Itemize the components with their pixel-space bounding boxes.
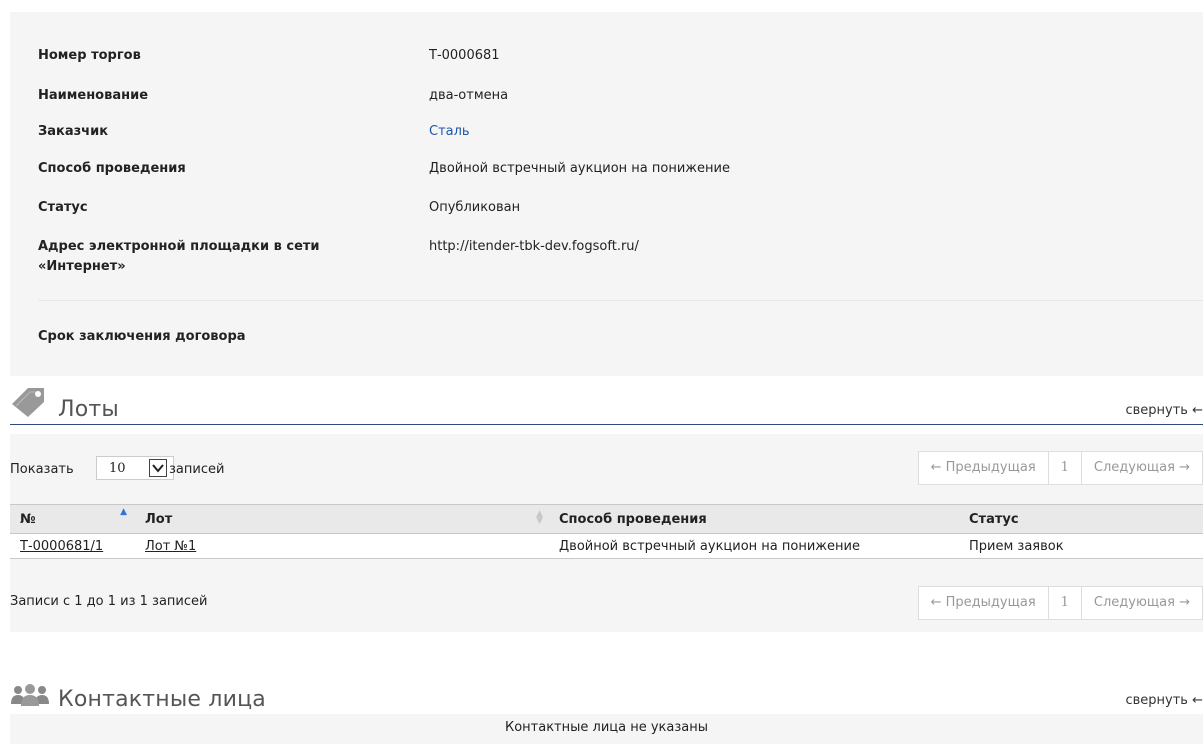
column-header-lot[interactable]: Лот ▲ ▼: [135, 504, 549, 534]
contacts-collapse-link[interactable]: свернуть ←: [1125, 693, 1203, 708]
customer-label: Заказчик: [38, 124, 109, 139]
lots-table: № ▲ Лот ▲ ▼ Способ проведения Статус Т-00…: [10, 504, 1203, 559]
platform-address-value: http://itender-tbk-dev.fogsoft.ru/: [429, 239, 639, 254]
customer-link[interactable]: Сталь: [429, 122, 470, 142]
page-length-select[interactable]: 10: [96, 456, 174, 480]
table-row: Т-0000681/1 Лот №1 Двойной встречный аук…: [10, 533, 1203, 559]
method-value: Двойной встречный аукцион на понижение: [429, 161, 730, 176]
column-header-lot-label: Лот: [145, 511, 173, 527]
tender-name-label: Наименование: [38, 88, 149, 103]
records-label: записей: [169, 462, 225, 477]
prev-page-button[interactable]: ← Предыдущая: [919, 587, 1049, 619]
next-page-button[interactable]: Следующая →: [1082, 452, 1202, 484]
lot-status-cell: Прием заявок: [959, 533, 1203, 559]
platform-address-label: Адрес электронной площадки в сети «Интер…: [38, 239, 320, 274]
table-header-row: № ▲ Лот ▲ ▼ Способ проведения Статус: [10, 504, 1203, 534]
lot-method-cell: Двойной встречный аукцион на понижение: [549, 533, 959, 559]
lots-section-header: Лоты свернуть ←: [10, 388, 1203, 425]
lots-title: Лоты: [58, 397, 119, 422]
page-1-button[interactable]: 1: [1049, 452, 1082, 484]
contacts-title: Контактные лица: [58, 687, 266, 712]
sort-both-icon: ▲ ▼: [536, 509, 543, 526]
chevron-down-icon[interactable]: [149, 459, 167, 477]
method-label: Способ проведения: [38, 161, 186, 176]
column-header-number-label: №: [20, 511, 36, 527]
column-header-method-label: Способ проведения: [559, 511, 707, 527]
contract-term-label: Срок заключения договора: [38, 329, 246, 344]
column-header-status[interactable]: Статус: [959, 504, 1203, 534]
show-label: Показать: [10, 462, 74, 477]
lots-collapse-link[interactable]: свернуть ←: [1125, 403, 1203, 418]
tender-info-panel: Номер торгов Т-0000681 Наименование два-…: [10, 12, 1203, 376]
lots-panel: Показать 10 записей ← Предыдущая 1 Следу…: [10, 434, 1203, 632]
tender-number-label: Номер торгов: [38, 48, 141, 63]
bottom-pagination: ← Предыдущая 1 Следующая →: [917, 586, 1203, 620]
column-header-status-label: Статус: [969, 511, 1019, 527]
status-label: Статус: [38, 200, 88, 215]
page-1-button[interactable]: 1: [1049, 587, 1082, 619]
users-icon: [10, 684, 50, 712]
lot-name-link[interactable]: Лот №1: [145, 539, 196, 554]
next-page-button[interactable]: Следующая →: [1082, 587, 1202, 619]
tender-number-value: Т-0000681: [429, 48, 500, 63]
column-header-method[interactable]: Способ проведения: [549, 504, 959, 534]
contacts-section-header: Контактные лица свернуть ←: [10, 680, 1203, 715]
prev-page-button[interactable]: ← Предыдущая: [919, 452, 1049, 484]
tag-icon: [10, 384, 48, 422]
records-info: Записи с 1 до 1 из 1 записей: [10, 594, 208, 609]
status-value: Опубликован: [429, 200, 521, 215]
page-length-value: 10: [109, 461, 126, 476]
contacts-empty-text: Контактные лица не указаны: [504, 720, 709, 735]
info-divider: [38, 300, 1203, 301]
top-pagination: ← Предыдущая 1 Следующая →: [917, 451, 1203, 485]
contacts-panel: Контактные лица не указаны: [10, 714, 1203, 744]
tender-name-value: два-отмена: [429, 88, 509, 103]
lot-number-link[interactable]: Т-0000681/1: [20, 539, 103, 554]
column-header-number[interactable]: № ▲: [10, 504, 135, 534]
sort-asc-icon: ▲: [120, 507, 127, 517]
